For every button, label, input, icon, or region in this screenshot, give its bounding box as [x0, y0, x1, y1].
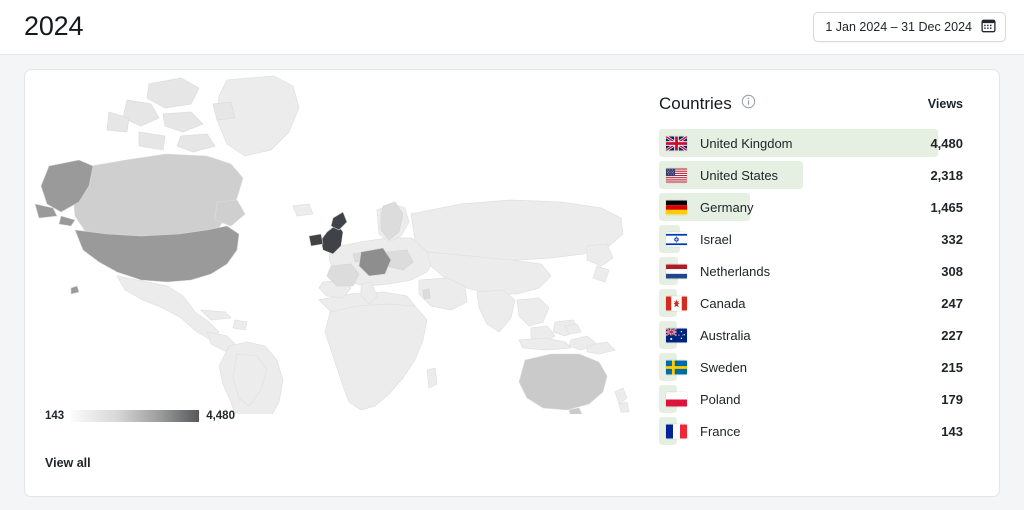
- flag-icon-il: [666, 232, 687, 247]
- countries-list-header: Countries Views: [659, 94, 963, 114]
- country-row[interactable]: Australia 227: [659, 319, 963, 351]
- country-name: Sweden: [700, 359, 747, 375]
- flag-icon-gb: [666, 135, 687, 151]
- top-header-bar: 2024 1 Jan 2024 – 31 Dec 2024: [0, 0, 1024, 55]
- country-name: Netherlands: [700, 263, 771, 279]
- country-views: 2,318: [930, 167, 963, 183]
- flag-icon-de: [666, 200, 687, 215]
- flag-icon-ca: [666, 296, 687, 311]
- countries-card: .l { fill:#ececec; stroke:#e0e0e0; strok…: [24, 69, 1000, 497]
- country-views: 179: [941, 391, 963, 407]
- country-name: Canada: [700, 295, 746, 311]
- country-name: Poland: [700, 391, 741, 407]
- countries-rows: United Kingdom 4,480 United States 2,318 Ger…: [659, 127, 963, 447]
- country-row[interactable]: Sweden 215: [659, 351, 963, 383]
- country-views: 4,480: [930, 135, 963, 151]
- countries-title-group: Countries: [659, 94, 756, 114]
- page-title: 2024: [24, 10, 84, 41]
- flag-icon-se: [666, 360, 687, 375]
- country-name: Australia: [700, 327, 751, 343]
- country-row[interactable]: Poland 179: [659, 383, 963, 415]
- view-all-link[interactable]: View all: [45, 456, 91, 470]
- country-row[interactable]: Israel 332: [659, 223, 963, 255]
- country-views: 227: [941, 327, 963, 343]
- date-range-label: 1 Jan 2024 – 31 Dec 2024: [825, 20, 972, 34]
- country-name: United Kingdom: [700, 135, 793, 151]
- country-name: United States: [700, 167, 779, 183]
- flag-icon-nl: [666, 264, 687, 279]
- countries-list-panel: Countries Views United Kingdom 4,480 Unite…: [637, 70, 999, 496]
- legend-min-value: 143: [45, 410, 65, 422]
- country-views: 332: [941, 231, 963, 247]
- country-name: France: [700, 423, 741, 439]
- country-views: 247: [941, 295, 963, 311]
- country-name: Germany: [700, 199, 754, 215]
- countries-title: Countries: [659, 94, 732, 113]
- country-row[interactable]: Canada 247: [659, 287, 963, 319]
- legend-gradient-bar: [71, 410, 200, 422]
- flag-icon-pl: [666, 392, 687, 407]
- country-views: 308: [941, 263, 963, 279]
- map-panel: .l { fill:#ececec; stroke:#e0e0e0; strok…: [25, 70, 637, 496]
- info-icon[interactable]: [741, 94, 756, 114]
- country-views: 143: [941, 423, 963, 439]
- flag-icon-fr: [666, 424, 687, 439]
- country-row[interactable]: France 143: [659, 415, 963, 447]
- world-choropleth-map[interactable]: .l { fill:#ececec; stroke:#e0e0e0; strok…: [31, 74, 631, 414]
- country-name: Israel: [700, 231, 732, 247]
- country-row[interactable]: United States 2,318: [659, 159, 963, 191]
- calendar-icon: [981, 18, 996, 36]
- views-column-header: Views: [927, 97, 963, 111]
- country-row[interactable]: United Kingdom 4,480: [659, 127, 963, 159]
- flag-icon-us: [666, 168, 687, 183]
- country-row[interactable]: Netherlands 308: [659, 255, 963, 287]
- page-body: .l { fill:#ececec; stroke:#e0e0e0; strok…: [0, 55, 1024, 510]
- map-legend: 143 4,480: [45, 410, 235, 422]
- country-row[interactable]: Germany 1,465: [659, 191, 963, 223]
- flag-icon-au: [666, 327, 687, 343]
- date-range-picker-button[interactable]: 1 Jan 2024 – 31 Dec 2024: [813, 12, 1006, 42]
- country-views: 1,465: [930, 199, 963, 215]
- country-views: 215: [941, 359, 963, 375]
- legend-max-value: 4,480: [206, 410, 235, 422]
